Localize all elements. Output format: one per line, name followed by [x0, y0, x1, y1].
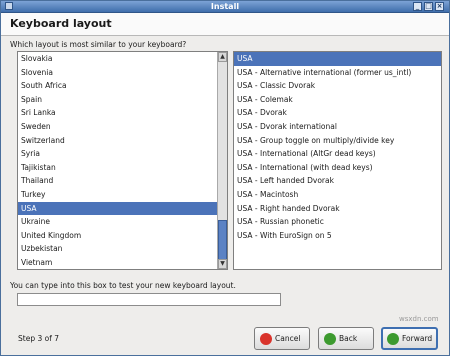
variant-item[interactable]: USA - Russian phonetic: [234, 215, 441, 229]
scroll-down-icon[interactable]: ▼: [218, 259, 227, 269]
country-rows: Slovakia Slovenia South Africa Spain Sri Lan…: [18, 52, 227, 269]
variant-item[interactable]: USA - Alternative international (former …: [234, 66, 441, 80]
country-list-scrollbar[interactable]: ▲ ▼: [217, 52, 227, 269]
test-box-label: You can type into this box to test your …: [10, 281, 236, 290]
page-header: Keyboard layout: [1, 13, 449, 36]
variant-item[interactable]: USA - Classic Dvorak: [234, 79, 441, 93]
variant-item[interactable]: USA: [234, 52, 441, 66]
country-item[interactable]: Sri Lanka: [18, 106, 227, 120]
variant-item[interactable]: USA - Left handed Dvorak: [234, 174, 441, 188]
variant-rows: USA USA - Alternative international (form…: [234, 52, 441, 242]
title-bar[interactable]: Install _ □ ×: [1, 1, 449, 13]
step-indicator: Step 3 of 7: [18, 334, 60, 343]
country-item[interactable]: Slovakia: [18, 52, 227, 66]
watermark: wsxdn.com: [399, 315, 439, 323]
cancel-label: Cancel: [275, 334, 301, 343]
country-item[interactable]: Turkey: [18, 188, 227, 202]
variant-item[interactable]: USA - Dvorak international: [234, 120, 441, 134]
country-item[interactable]: Switzerland: [18, 134, 227, 148]
country-item[interactable]: Vietnam: [18, 256, 227, 269]
variant-item[interactable]: USA - International (AltGr dead keys): [234, 147, 441, 161]
forward-button[interactable]: Forward: [381, 327, 438, 350]
keyboard-test-input[interactable]: [17, 293, 281, 306]
forward-arrow-icon: [387, 333, 399, 345]
variant-item[interactable]: USA - Right handed Dvorak: [234, 202, 441, 216]
variant-item[interactable]: USA - Dvorak: [234, 106, 441, 120]
country-item[interactable]: Syria: [18, 147, 227, 161]
cancel-icon: [260, 333, 272, 345]
back-arrow-icon: [324, 333, 336, 345]
close-icon[interactable]: ×: [435, 2, 444, 11]
maximize-icon[interactable]: □: [424, 2, 433, 11]
country-item[interactable]: United Kingdom: [18, 229, 227, 243]
country-item[interactable]: Ukraine: [18, 215, 227, 229]
minimize-icon[interactable]: _: [413, 2, 422, 11]
scroll-up-icon[interactable]: ▲: [218, 52, 227, 62]
country-item[interactable]: South Africa: [18, 79, 227, 93]
scrollbar-thumb[interactable]: [218, 220, 227, 260]
page-title: Keyboard layout: [10, 17, 112, 30]
country-item[interactable]: Sweden: [18, 120, 227, 134]
country-item[interactable]: Tajikistan: [18, 161, 227, 175]
window-title: Install: [210, 2, 240, 11]
back-button[interactable]: Back: [318, 327, 374, 350]
layout-question-label: Which layout is most similar to your key…: [10, 40, 187, 49]
variant-item[interactable]: USA - International (with dead keys): [234, 161, 441, 175]
forward-label: Forward: [402, 334, 433, 343]
install-window: Install _ □ × Keyboard layout Which layo…: [0, 0, 450, 356]
country-item[interactable]: Spain: [18, 93, 227, 107]
cancel-button[interactable]: Cancel: [254, 327, 310, 350]
country-list[interactable]: Slovakia Slovenia South Africa Spain Sri Lan…: [17, 51, 228, 270]
country-item[interactable]: USA: [18, 201, 227, 216]
country-item[interactable]: Thailand: [18, 174, 227, 188]
variant-item[interactable]: USA - With EuroSign on 5: [234, 229, 441, 243]
country-item[interactable]: Slovenia: [18, 66, 227, 80]
variant-item[interactable]: USA - Group toggle on multiply/divide ke…: [234, 134, 441, 148]
country-item[interactable]: Uzbekistan: [18, 242, 227, 256]
variant-list[interactable]: USA USA - Alternative international (form…: [233, 51, 442, 270]
variant-item[interactable]: USA - Colemak: [234, 93, 441, 107]
back-label: Back: [339, 334, 358, 343]
variant-item[interactable]: USA - Macintosh: [234, 188, 441, 202]
